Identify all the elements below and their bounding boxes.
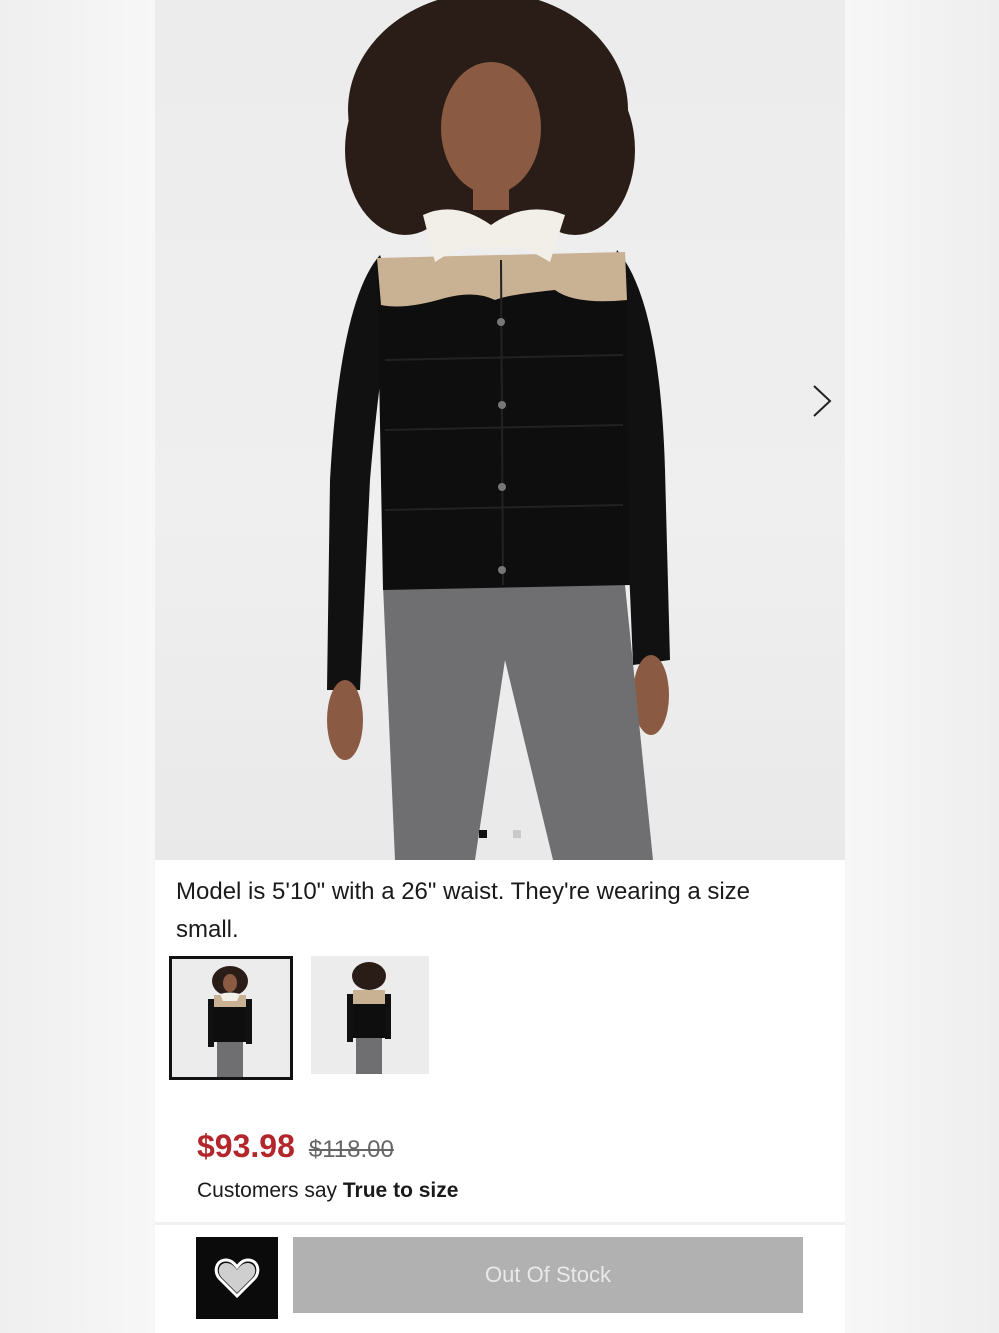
product-panel: Model is 5'10" with a 26" waist. They're… [155,0,845,1333]
thumbnail-back-image [311,956,429,1074]
thumbnail-front[interactable] [169,956,293,1080]
pagination-dot-2[interactable] [513,830,521,838]
fit-prefix: Customers say [197,1179,338,1202]
heart-icon [214,1258,260,1299]
fit-rating: Customers say True to size [197,1179,458,1203]
wishlist-button[interactable] [196,1237,278,1319]
divider [155,1222,845,1225]
model-size-caption: Model is 5'10" with a 26" waist. They're… [176,878,751,943]
fit-value: True to size [342,1179,459,1202]
background-right [845,0,999,1333]
thumbnail-strip [169,956,429,1080]
pagination-dot-1[interactable] [479,830,487,838]
thumbnail-front-image [172,959,290,1077]
original-price: $118.00 [308,1136,394,1163]
out-of-stock-button[interactable]: Out Of Stock [293,1237,803,1313]
model-illustration [327,0,670,860]
thumbnail-back[interactable] [311,956,429,1074]
background-left [0,0,155,1333]
gallery-pagination [479,830,521,838]
chevron-right-icon[interactable] [810,383,836,419]
price-block: $93.98 $118.00 [197,1128,394,1165]
sale-price: $93.98 [197,1128,295,1164]
product-image[interactable] [155,0,845,860]
